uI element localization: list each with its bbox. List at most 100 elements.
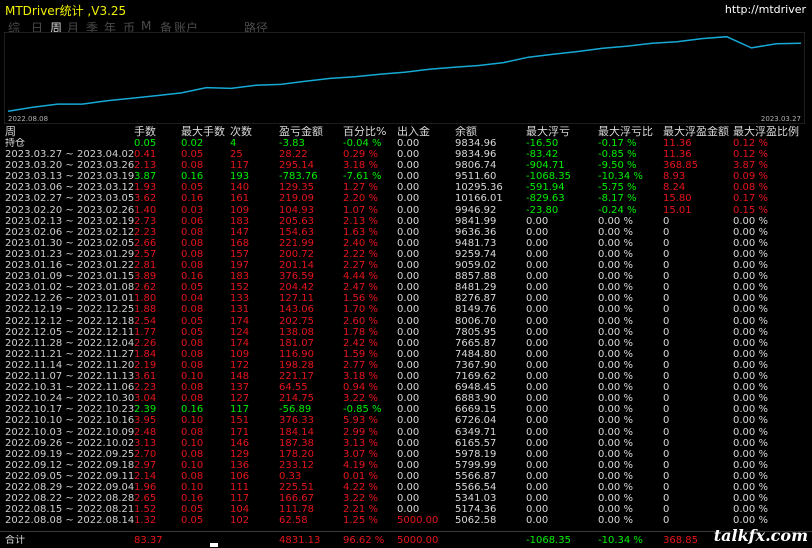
- column-header: 周: [5, 126, 16, 137]
- cell-maxddp: 0.00 %: [598, 470, 633, 482]
- title-bar: MTDriver统计 ,V3.25 http://mtdriver: [0, 0, 812, 19]
- table-row[interactable]: 2022.12.05 ~ 2022.12.11 1.77 0.05 124 138.08…: [0, 327, 812, 338]
- table-row[interactable]: 2023.01.02 ~ 2023.01.08 2.62 0.05 152 204.42…: [0, 282, 812, 293]
- table-row[interactable]: 2022.10.03 ~ 2022.10.09 2.48 0.08 171 184.14…: [0, 427, 812, 438]
- cell-maxdd: 0.00: [526, 248, 549, 260]
- holding-row[interactable]: 持仓 0.05 0.02 4 -3.83 -0.04 % 0.00 9834.96 -16.50…: [0, 138, 812, 149]
- cell-count: 137: [230, 382, 250, 394]
- table-row[interactable]: 2022.09.05 ~ 2022.09.11 2.14 0.08 106 0.33 0.…: [0, 471, 812, 482]
- scroll-handle[interactable]: [210, 543, 218, 547]
- cell-maxlots: 0.08: [181, 393, 204, 405]
- cell-pct: 3.18 %: [343, 160, 378, 172]
- table-row[interactable]: 2022.12.19 ~ 2022.12.25 1.88 0.08 131 143.06…: [0, 304, 812, 315]
- table-row[interactable]: 2022.09.26 ~ 2022.10.02 3.13 0.10 146 187.38…: [0, 438, 812, 449]
- cell-count: 106: [230, 470, 250, 482]
- cell-maxfp: 0: [663, 493, 670, 505]
- cell-balance: 5341.03: [455, 493, 497, 505]
- table-row[interactable]: 2023.02.27 ~ 2023.03.05 3.62 0.16 161 219.09…: [0, 193, 812, 204]
- table-row[interactable]: 2022.12.12 ~ 2022.12.18 2.54 0.05 174 202.75…: [0, 316, 812, 327]
- cell-pnl: 129.35: [279, 182, 314, 194]
- column-header: 最大浮亏: [526, 126, 570, 137]
- table-row[interactable]: 2022.11.14 ~ 2022.11.20 2.19 0.08 172 198.28…: [0, 360, 812, 371]
- table-row[interactable]: 2022.10.24 ~ 2022.10.30 3.04 0.08 127 214.75…: [0, 393, 812, 404]
- table-row[interactable]: 2022.10.10 ~ 2022.10.16 3.95 0.10 151 376.33…: [0, 415, 812, 426]
- cell-maxfpp: 0.00 %: [733, 315, 768, 327]
- holding-maxddp: -0.17 %: [598, 138, 637, 149]
- cell-maxddp: -8.17 %: [598, 193, 637, 205]
- cell-maxfp: 0: [663, 326, 670, 338]
- cell-maxlots: 0.08: [181, 237, 204, 249]
- cell-maxddp: -0.85 %: [598, 149, 637, 160]
- cell-lots: 2.19: [134, 359, 157, 371]
- cell-maxdd: 0.00: [526, 459, 549, 471]
- week-range: 2023.02.06 ~ 2023.02.12: [5, 226, 135, 238]
- cell-maxlots: 0.04: [181, 293, 204, 305]
- table-row[interactable]: 2023.01.09 ~ 2023.01.15 3.89 0.16 183 376.59…: [0, 271, 812, 282]
- cell-maxlots: 0.08: [181, 248, 204, 260]
- table-row[interactable]: 2023.03.13 ~ 2023.03.19 3.87 0.16 193 -783.7…: [0, 171, 812, 182]
- table-row[interactable]: 2022.10.17 ~ 2022.10.23 2.39 0.16 117 -56.89…: [0, 404, 812, 415]
- cell-flow: 0.00: [397, 282, 420, 294]
- table-row[interactable]: 2022.10.31 ~ 2022.11.06 2.23 0.08 137 64.55 0…: [0, 382, 812, 393]
- cell-maxfp: 15.80: [663, 193, 692, 205]
- site-url[interactable]: http://mtdriver: [725, 3, 806, 16]
- table-row[interactable]: 2023.01.16 ~ 2023.01.22 2.81 0.08 197 201.14…: [0, 260, 812, 271]
- table-row[interactable]: 2023.02.20 ~ 2023.02.26 1.40 0.03 109 104.93…: [0, 205, 812, 216]
- cell-maxlots: 0.05: [181, 282, 204, 294]
- cell-maxddp: 0.00 %: [598, 437, 633, 449]
- table-row[interactable]: 2023.03.27 ~ 2023.04.02 0.41 0.05 25 28.22 0.…: [0, 149, 812, 160]
- table-row[interactable]: 2022.08.15 ~ 2022.08.21 1.52 0.05 104 111.78…: [0, 504, 812, 515]
- cell-lots: 3.61: [134, 371, 157, 382]
- table-row[interactable]: 2023.02.06 ~ 2023.02.12 2.23 0.08 147 154.63…: [0, 227, 812, 238]
- column-header: 盈亏金额: [279, 126, 323, 137]
- cell-pct: 1.56 %: [343, 293, 378, 305]
- cell-maxddp: 0.00 %: [598, 448, 633, 460]
- table-row[interactable]: 2022.09.19 ~ 2022.09.25 2.70 0.08 129 178.20…: [0, 449, 812, 460]
- table-row[interactable]: 2022.08.22 ~ 2022.08.28 2.65 0.16 117 166.67…: [0, 493, 812, 504]
- column-header: 次数: [230, 126, 252, 137]
- cell-maxlots: 0.06: [181, 215, 204, 227]
- table-row[interactable]: 2022.12.26 ~ 2023.01.01 1.80 0.04 133 127.11…: [0, 293, 812, 304]
- cell-maxdd: 0.00: [526, 293, 549, 305]
- chart-frame: [4, 32, 805, 124]
- table-row[interactable]: 2022.08.08 ~ 2022.08.14 1.32 0.05 102 62.58 1…: [0, 515, 812, 526]
- cell-maxlots: 0.08: [181, 382, 204, 394]
- cell-pct: 2.40 %: [343, 237, 378, 249]
- cell-pct: 3.07 %: [343, 448, 378, 460]
- cell-flow: 0.00: [397, 337, 420, 349]
- total-maxfp: 368.85: [663, 535, 698, 546]
- cell-flow: 0.00: [397, 371, 420, 382]
- cell-maxddp: 0.00 %: [598, 393, 633, 405]
- cell-maxfpp: 0.00 %: [733, 371, 768, 382]
- cell-maxfpp: 0.00 %: [733, 337, 768, 349]
- table-row[interactable]: 2022.11.07 ~ 2022.11.13 3.61 0.10 148 221.17…: [0, 371, 812, 382]
- cell-balance: 8276.87: [455, 293, 497, 305]
- table-row[interactable]: 2023.01.30 ~ 2023.02.05 2.66 0.08 168 221.99…: [0, 238, 812, 249]
- week-range: 2023.01.02 ~ 2023.01.08: [5, 282, 135, 294]
- week-range: 2023.03.06 ~ 2023.03.12: [5, 182, 135, 194]
- table-row[interactable]: 2023.01.23 ~ 2023.01.29 2.57 0.08 157 200.72…: [0, 249, 812, 260]
- cell-count: 172: [230, 359, 250, 371]
- table-row[interactable]: 2023.03.06 ~ 2023.03.12 1.93 0.05 140 129.35…: [0, 182, 812, 193]
- cell-maxfp: 0: [663, 248, 670, 260]
- cell-flow: 0.00: [397, 437, 420, 449]
- cell-maxfpp: 0.00 %: [733, 426, 768, 438]
- cell-lots: 0.41: [134, 149, 157, 160]
- cell-pnl: 154.63: [279, 226, 314, 238]
- week-range: 2023.02.27 ~ 2023.03.05: [5, 193, 135, 205]
- total-maxdd: -1068.35: [526, 535, 571, 546]
- cell-maxfp: 0: [663, 448, 670, 460]
- table-row[interactable]: 2022.08.29 ~ 2022.09.04 1.96 0.10 111 225.51…: [0, 482, 812, 493]
- table-row[interactable]: 2022.11.28 ~ 2022.12.04 2.26 0.08 174 181.07…: [0, 338, 812, 349]
- cell-pct: 2.21 %: [343, 504, 378, 516]
- table-row[interactable]: 2022.11.21 ~ 2022.11.27 1.84 0.08 109 116.90…: [0, 349, 812, 360]
- table-row[interactable]: 2023.02.13 ~ 2023.02.19 2.73 0.06 183 205.63…: [0, 216, 812, 227]
- cell-count: 197: [230, 260, 250, 271]
- cell-lots: 1.32: [134, 515, 157, 527]
- table-row[interactable]: 2023.03.20 ~ 2023.03.26 2.13 0.08 117 295.14…: [0, 160, 812, 171]
- cell-lots: 2.57: [134, 248, 157, 260]
- cell-count: 25: [230, 149, 243, 160]
- menu-item-7[interactable]: M: [141, 19, 151, 33]
- cell-maxdd: 0.00: [526, 404, 549, 416]
- table-row[interactable]: 2022.09.12 ~ 2022.09.18 2.97 0.10 136 233.12…: [0, 460, 812, 471]
